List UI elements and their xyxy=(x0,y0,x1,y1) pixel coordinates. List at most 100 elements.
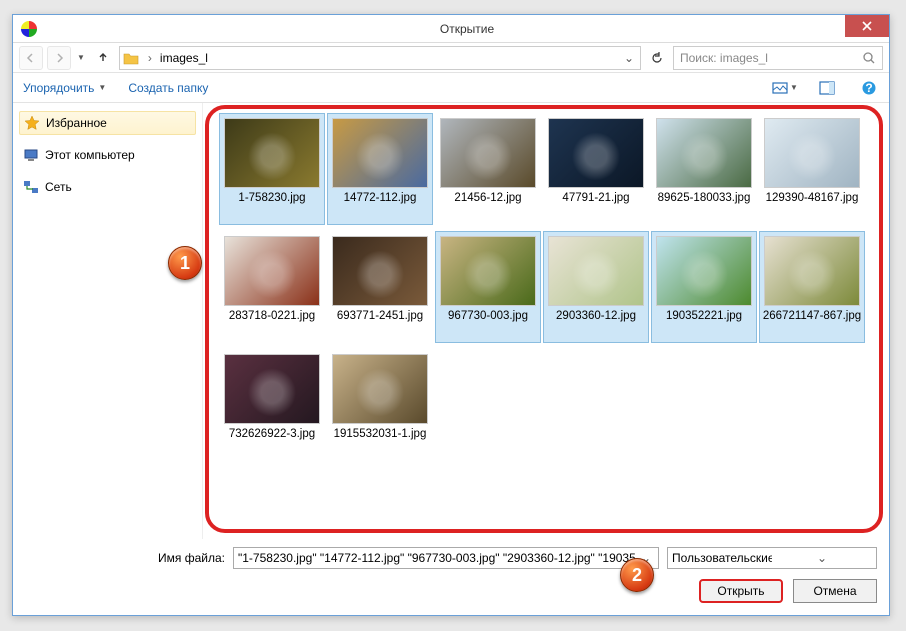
breadcrumb-separator-icon: › xyxy=(142,51,158,65)
annotation-marker-2: 2 xyxy=(620,558,654,592)
search-icon xyxy=(862,51,876,65)
file-item[interactable]: 14772-112.jpg xyxy=(327,113,433,225)
file-thumbnail xyxy=(764,236,860,306)
app-icon xyxy=(21,21,37,37)
file-thumbnail xyxy=(224,118,320,188)
file-thumbnail xyxy=(440,236,536,306)
close-button[interactable] xyxy=(845,15,889,37)
sidebar-item-label: Сеть xyxy=(45,180,72,194)
cancel-button[interactable]: Отмена xyxy=(793,579,877,603)
file-item[interactable]: 967730-003.jpg xyxy=(435,231,541,343)
file-item[interactable]: 693771-2451.jpg xyxy=(327,231,433,343)
file-thumbnail xyxy=(764,118,860,188)
file-item[interactable]: 1-758230.jpg xyxy=(219,113,325,225)
sidebar-item-computer[interactable]: Этот компьютер xyxy=(19,143,196,167)
arrow-left-icon xyxy=(25,52,37,64)
window-title: Открытие xyxy=(45,22,889,36)
file-name: 14772-112.jpg xyxy=(344,192,417,205)
computer-icon xyxy=(23,147,39,163)
preview-pane-button[interactable] xyxy=(813,77,841,99)
file-name: 1-758230.jpg xyxy=(238,192,305,205)
file-name: 89625-180033.jpg xyxy=(658,192,751,205)
new-folder-button[interactable]: Создать папку xyxy=(124,77,212,99)
help-button[interactable]: ? xyxy=(855,77,883,99)
file-thumbnail xyxy=(548,236,644,306)
file-grid[interactable]: 1-758230.jpg 14772-112.jpg 21456-12.jpg 477… xyxy=(211,111,881,461)
panel-icon xyxy=(819,80,835,96)
chevron-down-icon[interactable]: ⌄ xyxy=(772,551,872,565)
view-options-button[interactable]: ▼ xyxy=(771,77,799,99)
breadcrumb-dropdown-icon[interactable]: ⌄ xyxy=(620,51,638,65)
file-item[interactable]: 1915532031-1.jpg xyxy=(327,349,433,461)
file-name: 693771-2451.jpg xyxy=(337,310,423,323)
breadcrumb-location[interactable]: images_l xyxy=(158,51,210,65)
forward-button[interactable] xyxy=(47,46,71,70)
organize-menu[interactable]: Упорядочить ▼ xyxy=(19,77,110,99)
arrow-right-icon xyxy=(53,52,65,64)
file-thumbnail xyxy=(224,354,320,424)
file-item[interactable]: 21456-12.jpg xyxy=(435,113,541,225)
sidebar-item-label: Этот компьютер xyxy=(45,148,135,162)
sidebar-item-network[interactable]: Сеть xyxy=(19,175,196,199)
back-button[interactable] xyxy=(19,46,43,70)
breadcrumb[interactable]: › images_l ⌄ xyxy=(119,46,641,70)
sidebar: Избранное Этот компьютер Сеть xyxy=(13,103,203,539)
file-item[interactable]: 266721147-867.jpg xyxy=(759,231,865,343)
file-item[interactable]: 89625-180033.jpg xyxy=(651,113,757,225)
file-thumbnail xyxy=(440,118,536,188)
file-item[interactable]: 2903360-12.jpg xyxy=(543,231,649,343)
file-item[interactable]: 732626922-3.jpg xyxy=(219,349,325,461)
search-placeholder: Поиск: images_l xyxy=(680,51,862,65)
file-thumbnail xyxy=(332,236,428,306)
file-name: 732626922-3.jpg xyxy=(229,428,315,441)
refresh-icon xyxy=(651,52,663,64)
file-item[interactable]: 190352221.jpg xyxy=(651,231,757,343)
picture-icon xyxy=(772,80,788,96)
arrow-up-icon xyxy=(97,52,109,64)
file-item[interactable]: 129390-48167.jpg xyxy=(759,113,865,225)
file-name: 190352221.jpg xyxy=(666,310,742,323)
refresh-button[interactable] xyxy=(645,46,669,70)
file-list-pane: 1-758230.jpg 14772-112.jpg 21456-12.jpg 477… xyxy=(203,103,889,539)
annotation-marker-1: 1 xyxy=(168,246,202,280)
file-thumbnail xyxy=(332,354,428,424)
dialog-body: Избранное Этот компьютер Сеть 1-758230.j… xyxy=(13,103,889,539)
file-thumbnail xyxy=(332,118,428,188)
file-thumbnail xyxy=(656,236,752,306)
up-button[interactable] xyxy=(91,46,115,70)
file-name: 129390-48167.jpg xyxy=(766,192,859,205)
file-name: 2903360-12.jpg xyxy=(556,310,636,323)
file-name: 967730-003.jpg xyxy=(448,310,528,323)
file-name: 266721147-867.jpg xyxy=(763,310,861,323)
help-icon: ? xyxy=(861,80,877,96)
file-name: 1915532031-1.jpg xyxy=(334,428,427,441)
nav-bar: ▼ › images_l ⌄ Поиск: images_l xyxy=(13,43,889,73)
file-name: 21456-12.jpg xyxy=(454,192,521,205)
file-item[interactable]: 47791-21.jpg xyxy=(543,113,649,225)
chevron-down-icon: ▼ xyxy=(98,83,106,92)
open-button[interactable]: Открыть xyxy=(699,579,783,603)
file-open-dialog: Открытие ▼ › images_l ⌄ Поиск: images_l xyxy=(12,14,890,616)
recent-dropdown-icon[interactable]: ▼ xyxy=(75,53,87,62)
dialog-footer: Имя файла: "1-758230.jpg" "14772-112.jpg… xyxy=(13,539,889,615)
star-icon xyxy=(24,115,40,131)
filename-input[interactable]: "1-758230.jpg" "14772-112.jpg" "967730-0… xyxy=(233,547,659,569)
file-thumbnail xyxy=(656,118,752,188)
search-input[interactable]: Поиск: images_l xyxy=(673,46,883,70)
chevron-down-icon: ▼ xyxy=(790,83,798,92)
file-name: 283718-0221.jpg xyxy=(229,310,315,323)
folder-icon xyxy=(122,50,140,66)
sidebar-item-favorites[interactable]: Избранное xyxy=(19,111,196,135)
filename-label: Имя файла: xyxy=(25,551,225,565)
network-icon xyxy=(23,179,39,195)
file-type-filter[interactable]: Пользовательские файлы (*.b ⌄ xyxy=(667,547,877,569)
sidebar-item-label: Избранное xyxy=(46,116,107,130)
toolbar: Упорядочить ▼ Создать папку ▼ ? xyxy=(13,73,889,103)
close-icon xyxy=(862,21,872,31)
file-thumbnail xyxy=(224,236,320,306)
file-name: 47791-21.jpg xyxy=(562,192,629,205)
titlebar: Открытие xyxy=(13,15,889,43)
file-thumbnail xyxy=(548,118,644,188)
file-item[interactable]: 283718-0221.jpg xyxy=(219,231,325,343)
svg-text:?: ? xyxy=(865,81,872,95)
